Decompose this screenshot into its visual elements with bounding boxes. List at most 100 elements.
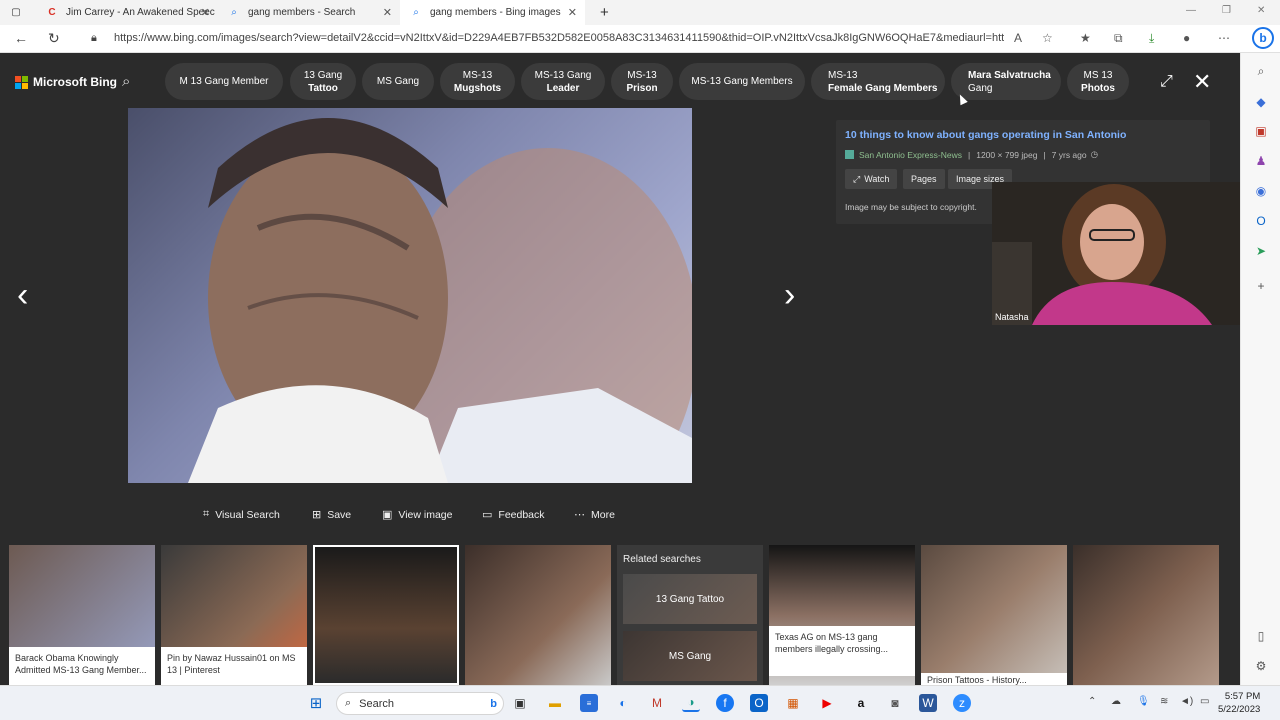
- word-icon[interactable]: W: [919, 694, 937, 712]
- search-icon[interactable]: ⌕: [122, 73, 130, 90]
- thumbnail-5[interactable]: Texas AG on MS-13 gang members illegally…: [769, 545, 915, 685]
- maximize-icon[interactable]: ❐: [1222, 5, 1231, 16]
- pages-button[interactable]: Pages: [903, 169, 945, 189]
- circle-c-icon: C: [48, 7, 56, 18]
- save-button[interactable]: ⊞ Save: [312, 508, 352, 522]
- thumbnail-2[interactable]: Pin by Nawaz Hussain01 on MS 13 | Pinter…: [161, 545, 307, 685]
- new-tab-button[interactable]: +: [590, 0, 610, 25]
- watch-button[interactable]: ⤢ Watch: [845, 169, 898, 189]
- facebook-icon[interactable]: f: [716, 694, 734, 712]
- save-label: Save: [327, 508, 352, 521]
- thumbnail-3-selected[interactable]: [313, 545, 459, 685]
- next-arrow-icon[interactable]: ›: [784, 276, 795, 315]
- refresh-icon[interactable]: ↻: [48, 30, 60, 47]
- thumbnail-6[interactable]: Prison Tattoos - History...: [921, 545, 1067, 685]
- collections-icon[interactable]: ⧉: [1114, 31, 1123, 46]
- thumbnail-1[interactable]: Barack Obama Knowingly Admitted MS-13 Ga…: [9, 545, 155, 685]
- minimize-icon[interactable]: —: [1186, 5, 1196, 16]
- taskbar-search[interactable]: ⌕ Search b: [336, 692, 504, 715]
- more-button[interactable]: ⋯ More: [574, 508, 615, 522]
- close-icon[interactable]: ✕: [201, 6, 210, 19]
- view-image-label: View image: [398, 508, 453, 521]
- settings-icon[interactable]: ⚙: [1253, 658, 1269, 674]
- taskbar-clock[interactable]: 5:57 PM 5/22/2023: [1218, 690, 1260, 716]
- tab-gang-members-search[interactable]: ⌕ gang members - Search ✕: [218, 0, 400, 25]
- pill-13-gang-tattoo[interactable]: 13 Gang Tattoo: [290, 63, 356, 100]
- pill-ms13-mugshots[interactable]: MS-13 Mugshots: [440, 63, 515, 100]
- close-icon[interactable]: ✕: [383, 6, 392, 19]
- games-icon[interactable]: ♟: [1253, 153, 1269, 169]
- outlook-icon[interactable]: O: [750, 694, 768, 712]
- zoom-icon[interactable]: z: [953, 694, 971, 712]
- pill-ms13-prison[interactable]: MS-13 Prison: [611, 63, 673, 100]
- thumbnail-4[interactable]: [465, 545, 611, 685]
- network-sync-icon[interactable]: ☁: [1111, 696, 1121, 707]
- plus-icon: +: [600, 4, 609, 21]
- app-icon[interactable]: ≡: [580, 694, 598, 712]
- thumbnail-7[interactable]: [1073, 545, 1219, 685]
- view-image-button[interactable]: ▣ View image: [382, 508, 453, 522]
- main-image[interactable]: [128, 108, 692, 483]
- search-icon[interactable]: ⌕: [1253, 63, 1269, 79]
- office-icon[interactable]: ◉: [1253, 183, 1269, 199]
- previous-arrow-icon[interactable]: ‹: [17, 276, 28, 315]
- thumbnail-caption: Pin by Nawaz Hussain01 on MS 13 | Pinter…: [161, 647, 307, 685]
- outlook-icon[interactable]: O: [1253, 213, 1269, 229]
- taskbar-search-label: Search: [359, 697, 395, 710]
- read-aloud-icon[interactable]: A: [1014, 31, 1022, 45]
- tab-jim-carrey[interactable]: C Jim Carrey - An Awakened Speec ✕: [36, 0, 218, 25]
- pill-ms13-gang-leader[interactable]: MS-13 Gang Leader: [521, 63, 605, 100]
- bing-logo[interactable]: Microsoft Bing: [15, 75, 117, 89]
- favorite-add-icon[interactable]: ☆: [1042, 31, 1053, 45]
- youtube-icon[interactable]: ▶: [818, 694, 836, 712]
- plus-icon[interactable]: +: [1253, 278, 1269, 294]
- edge-beta-icon[interactable]: ◐: [614, 694, 632, 712]
- tab-actions-button[interactable]: ▢: [0, 0, 36, 25]
- wifi-icon[interactable]: ≋: [1160, 696, 1168, 707]
- task-view-icon[interactable]: ▣: [511, 694, 529, 712]
- pill-ms13-gang-members[interactable]: MS-13 Gang Members: [679, 63, 805, 100]
- pill-ms13-photos[interactable]: MS 13 Photos: [1067, 63, 1129, 100]
- search-icon: ⌕: [345, 697, 352, 709]
- favorites-icon[interactable]: ★: [1080, 31, 1091, 45]
- profile-icon[interactable]: ●: [1183, 31, 1190, 45]
- related-item-label: MS Gang: [668, 650, 712, 662]
- edge-icon[interactable]: ◑: [682, 694, 700, 712]
- related-item-ms-gang[interactable]: MS Gang: [623, 631, 757, 681]
- send-icon[interactable]: ➤: [1253, 243, 1269, 259]
- pill-ms13-female-gang-members[interactable]: MS-13 Female Gang Members: [811, 63, 945, 100]
- search-icon: ⌕: [231, 7, 237, 18]
- more-menu-icon[interactable]: ⋯: [1218, 31, 1230, 45]
- sidebar-toggle-icon[interactable]: ▯: [1253, 628, 1269, 644]
- feedback-button[interactable]: ▭ Feedback: [482, 508, 545, 522]
- pill-ms-gang[interactable]: MS Gang: [362, 63, 434, 100]
- pill-m13-gang-member[interactable]: M 13 Gang Member: [165, 63, 283, 100]
- source-link[interactable]: San Antonio Express-News: [859, 150, 962, 160]
- tab-gang-members-bing-images[interactable]: ⌕ gang members - Bing images ✕: [400, 0, 585, 25]
- back-icon[interactable]: ←: [14, 30, 28, 46]
- visual-search-button[interactable]: ⌗ Visual Search: [203, 508, 280, 521]
- mcafee-icon[interactable]: M: [648, 694, 666, 712]
- camera-icon[interactable]: ◙: [886, 694, 904, 712]
- store-icon[interactable]: ▦: [784, 694, 802, 712]
- related-item-13-gang-tattoo[interactable]: 13 Gang Tattoo: [623, 574, 757, 624]
- pill-mara-salvatrucha-gang[interactable]: Mara Salvatrucha Gang: [951, 63, 1061, 100]
- file-explorer-icon[interactable]: ▬: [546, 694, 564, 712]
- amazon-icon[interactable]: a: [852, 694, 870, 712]
- download-icon[interactable]: ⤓: [1149, 31, 1154, 46]
- expand-icon[interactable]: ⤢: [1160, 73, 1173, 91]
- windows-start-icon[interactable]: ⊞: [307, 694, 325, 712]
- url-field[interactable]: https://www.bing.com/images/search?view=…: [114, 32, 1004, 44]
- microphone-icon[interactable]: 🎙︎: [1137, 696, 1150, 707]
- tag-icon[interactable]: ◆: [1253, 94, 1269, 110]
- close-window-icon[interactable]: ✕: [1257, 5, 1265, 16]
- bing-chat-icon[interactable]: b: [1252, 27, 1274, 49]
- volume-icon[interactable]: ◄): [1180, 696, 1193, 707]
- battery-icon[interactable]: ▭: [1200, 696, 1209, 707]
- lock-icon[interactable]: 🔒︎: [91, 32, 97, 45]
- close-icon[interactable]: ✕: [568, 6, 577, 19]
- chevron-up-icon[interactable]: ⌃: [1088, 696, 1096, 707]
- close-icon[interactable]: ✕: [1193, 69, 1211, 95]
- briefcase-icon[interactable]: ▣: [1253, 123, 1269, 139]
- image-title-link[interactable]: 10 things to know about gangs operating …: [845, 129, 1126, 141]
